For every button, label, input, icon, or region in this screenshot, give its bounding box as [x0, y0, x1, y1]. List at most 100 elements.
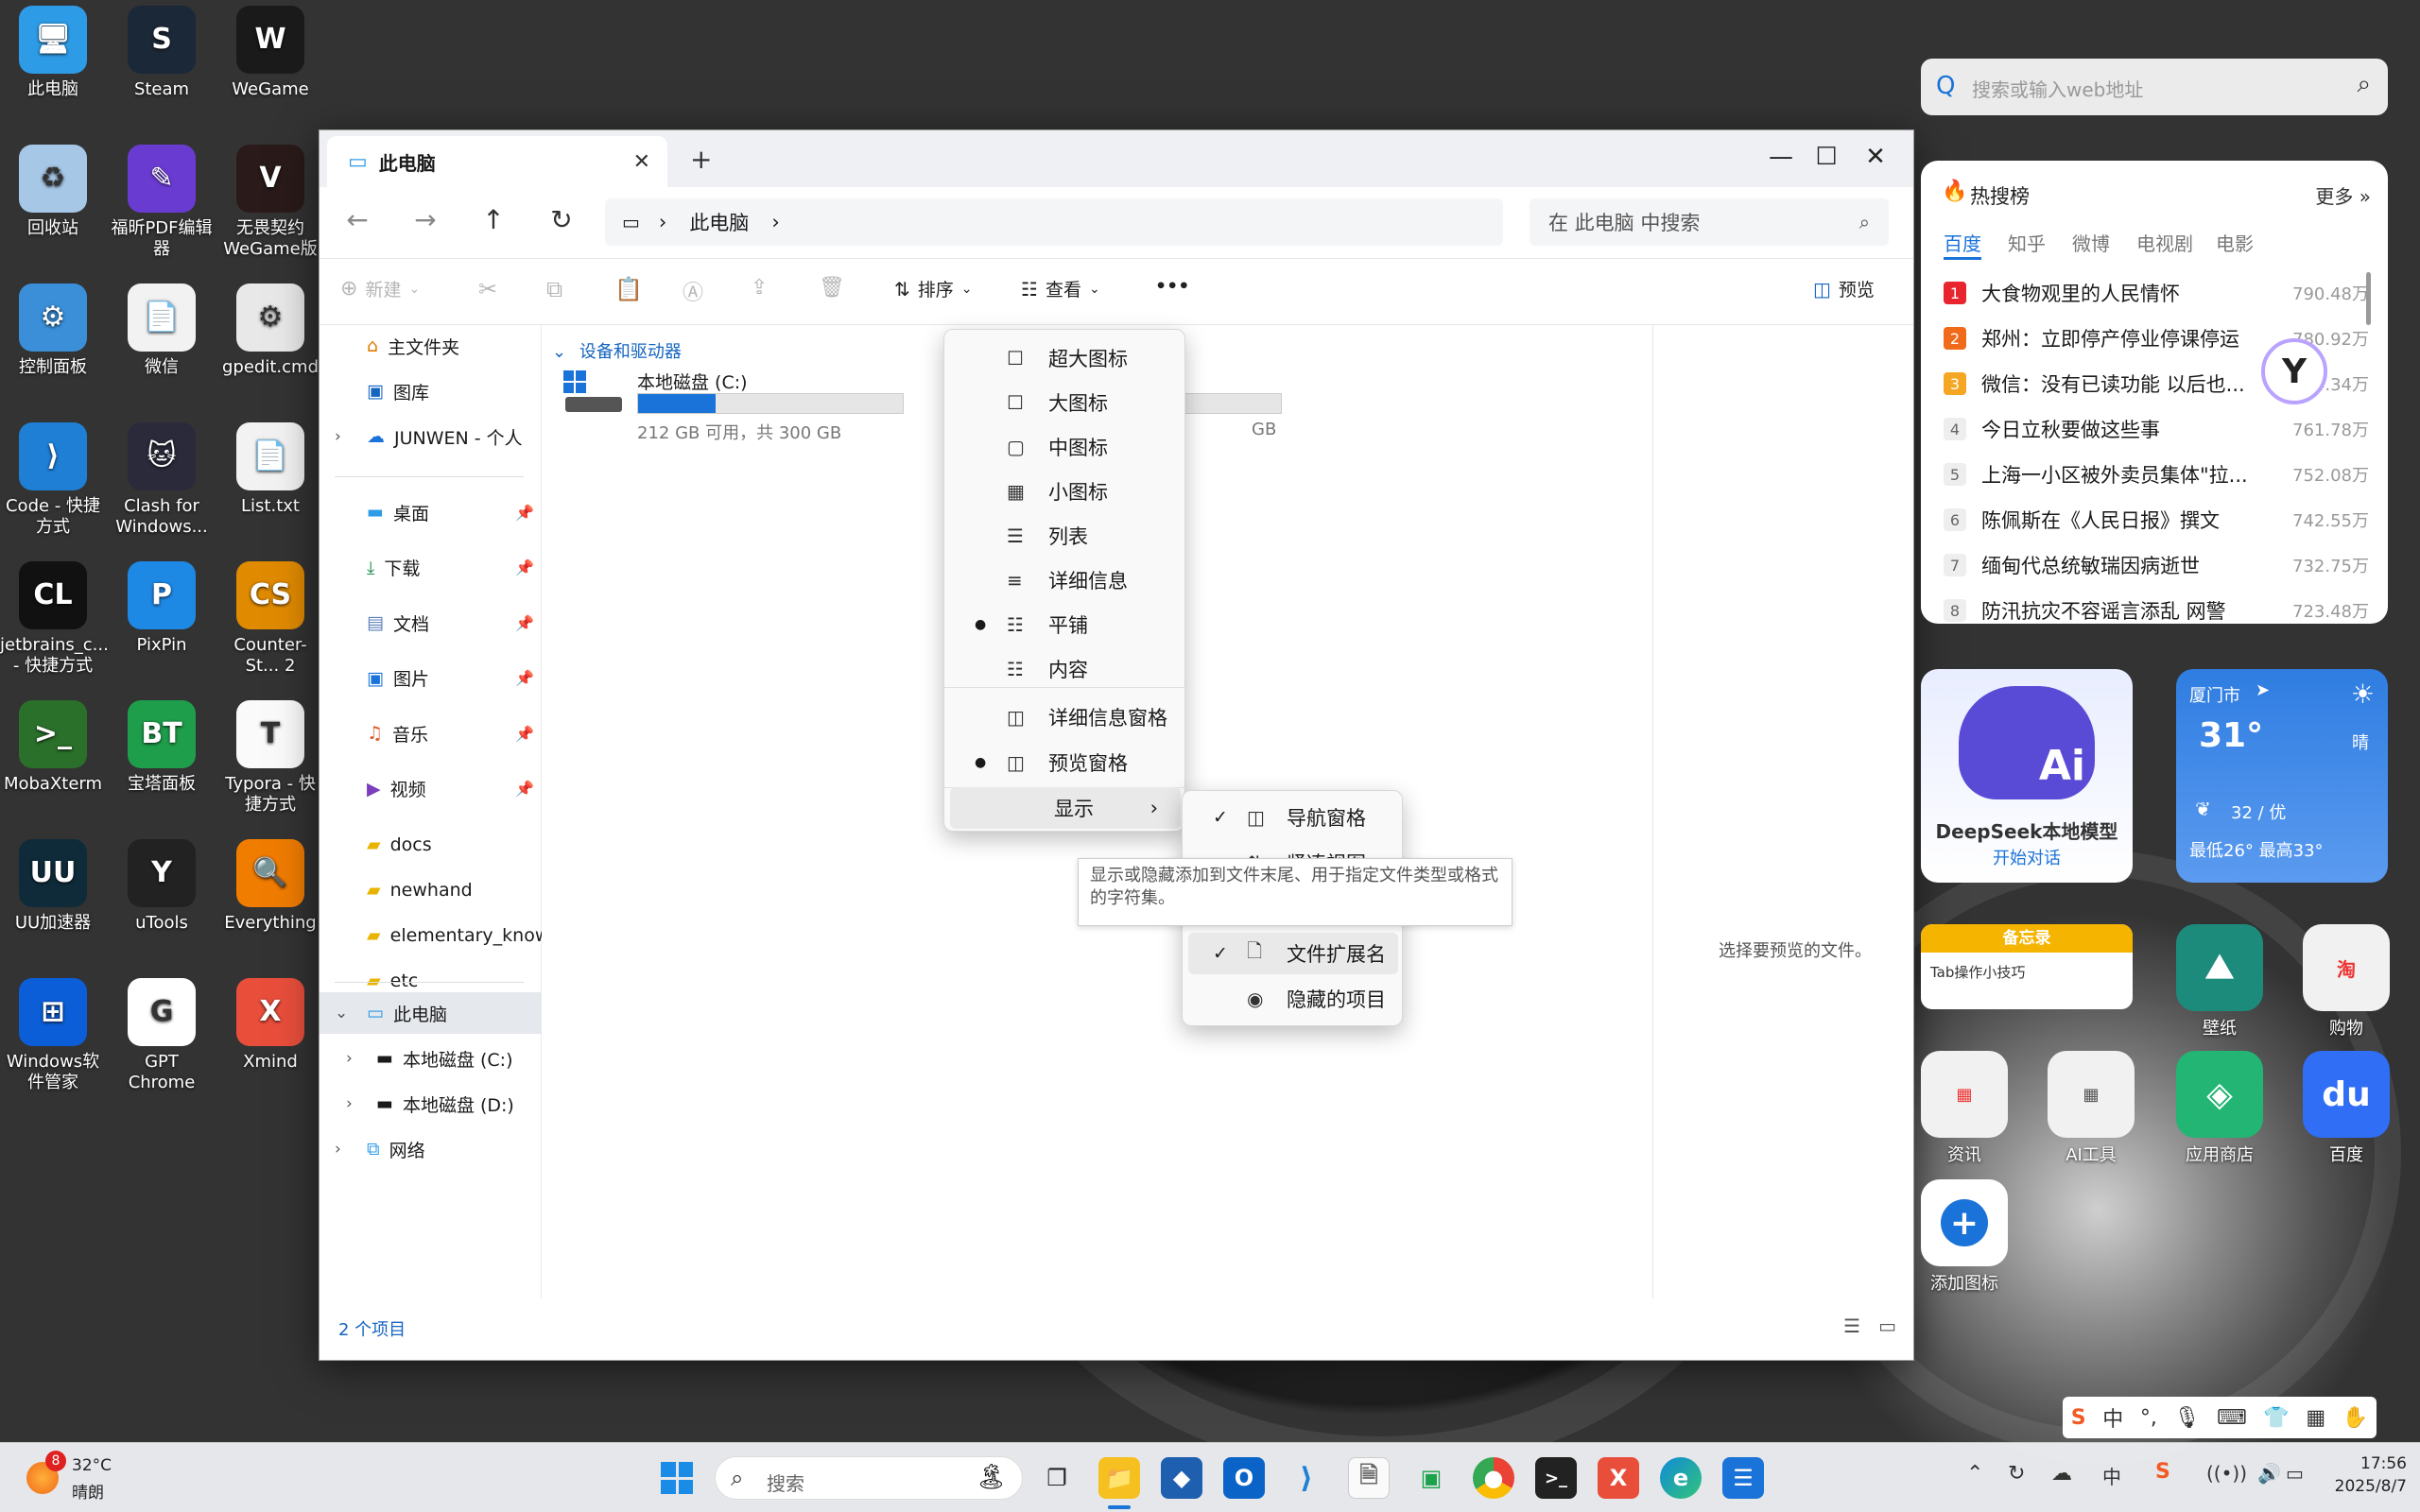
cloud-tray-icon[interactable]: ☁ [2051, 1462, 2072, 1486]
sidebar-item-folder[interactable]: ▰ newhand [320, 869, 542, 911]
desktop-icon-item[interactable]: ♻ 回收站 [0, 145, 106, 239]
breadcrumb-separator[interactable]: › [771, 211, 779, 233]
sidebar-item-document[interactable]: ▤ 文档 📌 [320, 602, 542, 644]
terminal-taskbar-icon[interactable]: >_ [1535, 1457, 1577, 1499]
menu-item-view[interactable]: ☐ 超大图标 [950, 337, 1181, 379]
sidebar-item-folder[interactable]: ▰ elementary_knowl [320, 915, 542, 956]
vscode-taskbar-icon[interactable]: ⟩ [1286, 1457, 1327, 1499]
utools-float-icon[interactable]: Y [2261, 338, 2327, 404]
chevron-right-icon[interactable]: › [346, 1094, 353, 1113]
menu-item-view[interactable]: ≡ 详细信息 [950, 559, 1181, 601]
details-view-icon[interactable]: ☰ [1843, 1314, 1860, 1337]
weather-widget[interactable]: 厦门市 ➤ ☀ 31° 晴 ❦ 32 / 优 最低26° 最高33° [2176, 669, 2388, 883]
hot-list-item[interactable]: 5 上海一小区被外卖员集体"拉... 752.08万 [1944, 455, 2369, 493]
gesture-icon[interactable]: ✋ [2342, 1406, 2368, 1430]
sync-tray-icon[interactable]: ↻ [2008, 1462, 2025, 1486]
new-button[interactable]: ⊕ 新建 ⌄ [340, 276, 420, 301]
tiles-view-icon[interactable]: ▭ [1878, 1314, 1896, 1337]
pixpin-taskbar-icon[interactable]: ◆ [1161, 1457, 1202, 1499]
sidebar-item-drive-d[interactable]: › ▬ 本地磁盘 (D:) [320, 1083, 542, 1125]
desktop-icon-item[interactable]: CS Counter-St... 2 [217, 561, 323, 677]
skin-icon[interactable]: 👕 [2263, 1406, 2289, 1430]
sidebar-item-network[interactable]: › ⧉ 网络 [320, 1128, 542, 1170]
desktop-icon-item[interactable]: 🖥 此电脑 [0, 6, 106, 100]
hot-list-item[interactable]: 6 陈佩斯在《人民日报》撰文 742.55万 [1944, 501, 2369, 539]
menu-item-show-option[interactable]: ◉ 隐藏的项目 [1188, 978, 1398, 1020]
ime-mode[interactable]: 中 [2102, 1402, 2123, 1433]
clock[interactable]: 17:56 2025/8/7 [2322, 1452, 2407, 1498]
menu-item-view[interactable]: ▦ 小图标 [950, 471, 1181, 512]
desktop-icon-item[interactable]: S Steam [109, 6, 215, 100]
desktop-icon-item[interactable]: P PixPin [109, 561, 215, 656]
drive-tile[interactable]: 本地磁盘 (C:) 212 GB 可用，共 300 GB [562, 369, 921, 444]
desktop-icon-item[interactable]: ⚙ 控制面板 [0, 284, 106, 378]
sidebar-item-onedrive[interactable]: › ☁ JUNWEN - 个人 [320, 416, 542, 457]
breadcrumb-this-pc[interactable]: 此电脑 [689, 208, 749, 236]
desktop-icon-item[interactable]: ⚙ gpedit.cmd [217, 284, 323, 378]
chevron-down-icon[interactable]: ⌄ [335, 1004, 348, 1022]
search-icon[interactable]: ⌕ [2357, 70, 2371, 99]
outlook-taskbar-icon[interactable]: O [1223, 1457, 1265, 1499]
sogou-tray-icon[interactable]: S [2155, 1460, 2170, 1484]
ime-tray-icon[interactable]: 中 [2102, 1462, 2121, 1489]
microphone-icon[interactable]: 🎙 [2173, 1406, 2200, 1430]
sidebar-item-desktop[interactable]: ▬ 桌面 📌 [320, 491, 542, 533]
battery-icon[interactable]: ▭ [2286, 1462, 2304, 1485]
app-store-icon[interactable]: ◈ [2176, 1051, 2263, 1138]
desktop-icon-item[interactable]: W WeGame [217, 6, 323, 100]
keyboard-icon[interactable]: ⌨ [2217, 1406, 2247, 1430]
pin-icon[interactable]: 📌 [515, 780, 534, 798]
desktop-icon-item[interactable]: V 无畏契约 WeGame版 [217, 145, 323, 260]
sidebar-item-download[interactable]: ⤓ 下载 📌 [320, 547, 542, 589]
desktop-icon-item[interactable]: 🐱 Clash for Windows... [109, 422, 215, 538]
baidu-icon[interactable]: du [2303, 1051, 2390, 1138]
chevron-right-icon[interactable]: › [335, 427, 341, 446]
up-button[interactable]: ↑ [475, 204, 512, 235]
xmind-taskbar-icon[interactable]: X [1598, 1457, 1639, 1499]
tray-overflow-icon[interactable]: ⌃ [1966, 1462, 1983, 1486]
sidebar-item-gallery[interactable]: ▣ 图库 [320, 370, 542, 412]
maximize-button[interactable]: ☐ [1798, 138, 1855, 176]
taskbar-search[interactable]: ⌕ 搜索 🏝 [715, 1456, 1023, 1500]
menu-item-pane[interactable]: ◫ 详细信息窗格 [950, 696, 1181, 738]
file-explorer-taskbar-icon[interactable]: 📁 [1098, 1457, 1140, 1499]
share-button[interactable]: ⇪ [751, 276, 768, 300]
menu-item-view[interactable]: ● ☷ 平铺 [950, 604, 1181, 645]
hot-tab[interactable]: 电视剧 [2136, 229, 2193, 256]
refresh-button[interactable]: ↻ [543, 204, 580, 235]
rename-button[interactable]: Ⓐ [683, 276, 703, 306]
ai-tools-folder-icon[interactable]: ▦ [2048, 1051, 2135, 1138]
desktop-icon-item[interactable]: 📄 List.txt [217, 422, 323, 517]
news-folder-icon[interactable]: ▦ [1921, 1051, 2008, 1138]
more-link[interactable]: 更多 » [2315, 181, 2371, 209]
hot-tab[interactable]: 百度 [1944, 229, 1981, 256]
pin-icon[interactable]: 📌 [515, 504, 534, 522]
hot-list-item[interactable]: 4 今日立秋要做这些事 761.78万 [1944, 410, 2369, 448]
punctuation-icon[interactable]: °, [2140, 1406, 2157, 1430]
close-window-button[interactable]: ✕ [1847, 138, 1904, 176]
hot-list-item[interactable]: 8 防汛抗灾不容谣言添乱 网警 723.48万 [1944, 592, 2369, 624]
pin-icon[interactable]: 📌 [515, 614, 534, 632]
menu-item-view[interactable]: ☷ 内容 [950, 648, 1181, 690]
menu-item-pane[interactable]: ● ◫ 预览窗格 [950, 742, 1181, 783]
back-button[interactable]: ← [338, 204, 376, 235]
desktop-icon-item[interactable]: 📄 微信 [109, 284, 215, 378]
sidebar-item-this-pc[interactable]: ⌄ ▭ 此电脑 [320, 992, 542, 1034]
sidebar-item-video[interactable]: ▶ 视频 📌 [320, 768, 542, 810]
deepseek-cta[interactable]: 开始对话 [1921, 845, 2133, 869]
wifi-icon[interactable]: ((•)) [2206, 1462, 2247, 1485]
delete-button[interactable]: 🗑 [819, 276, 845, 300]
sidebar-item-picture[interactable]: ▣ 图片 📌 [320, 658, 542, 699]
menu-item-view[interactable]: ▢ 中图标 [950, 426, 1181, 468]
memo-widget[interactable]: 备忘录 Tab操作小技巧 [1921, 924, 2133, 1009]
sidebar-item-drive-c[interactable]: › ▬ 本地磁盘 (C:) [320, 1038, 542, 1079]
new-tab-button[interactable]: + [690, 144, 712, 175]
edge-taskbar-icon[interactable]: e [1660, 1457, 1702, 1499]
menu-item-show-option[interactable]: ✓ ◫ 导航窗格 [1188, 797, 1398, 838]
paste-button[interactable]: 📋 [614, 276, 643, 302]
remote-desktop-taskbar-icon[interactable]: ▣ [1410, 1457, 1452, 1499]
desktop-icon-item[interactable]: ⊞ Windows软件管家 [0, 978, 106, 1093]
menu-item-view[interactable]: ☰ 列表 [950, 515, 1181, 557]
desktop-icon-item[interactable]: T Typora - 快捷方式 [217, 700, 323, 816]
hot-list-item[interactable]: 7 缅甸代总统敏瑞因病逝世 732.75万 [1944, 546, 2369, 584]
